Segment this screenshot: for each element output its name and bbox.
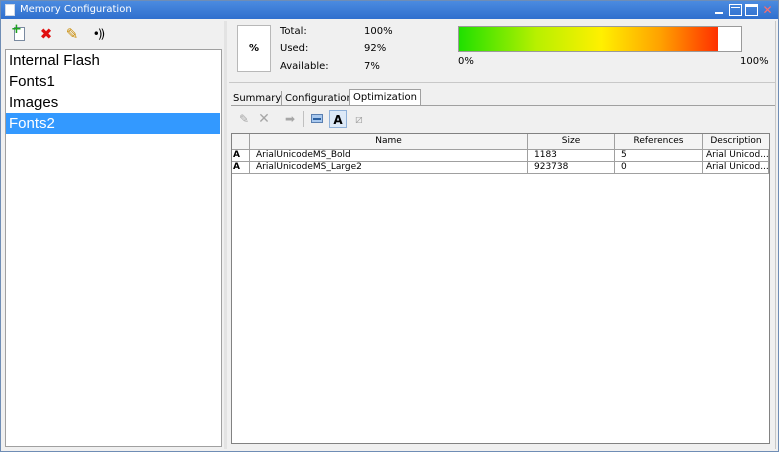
tab-divider: [231, 105, 775, 106]
panel-border: [775, 21, 776, 449]
tab-configuration[interactable]: Configuration: [281, 91, 355, 106]
used-label: Used:: [280, 43, 309, 54]
row-size: 923738: [528, 162, 615, 173]
bar-min-label: 0%: [458, 56, 474, 67]
row-description: Arial Unicod...: [703, 150, 769, 161]
bar-max-label: 100%: [740, 56, 769, 67]
column-header-references[interactable]: References: [615, 134, 703, 149]
memory-list: Internal Flash Fonts1 Images Fonts2: [5, 49, 222, 447]
table-row[interactable]: A ArialUnicodeMS_Large2 923738 0 Arial U…: [232, 162, 769, 174]
row-description: Arial Unicod...: [703, 162, 769, 173]
remove-font-button[interactable]: ✕: [255, 110, 273, 128]
available-label: Available:: [280, 61, 329, 72]
restore-button[interactable]: [729, 4, 742, 16]
memory-toolbar: + ✖ ✎ •)): [5, 22, 221, 48]
usage-summary: % Total: 100% Used: 92% Available: 7% 0%…: [229, 21, 775, 83]
total-label: Total:: [280, 26, 307, 37]
table-row[interactable]: A ArialUnicodeMS_Bold 1183 5 Arial Unico…: [232, 150, 769, 162]
screen-icon: [311, 114, 323, 123]
font-view-button[interactable]: A: [329, 110, 347, 128]
memory-item-fonts1[interactable]: Fonts1: [6, 71, 221, 92]
title-bar: Memory Configuration ✕: [1, 1, 778, 19]
optimization-toolbar: ✎ ✕ ➡ A ⧄: [233, 110, 533, 128]
column-header-icon[interactable]: [232, 134, 250, 149]
row-references: 5: [615, 150, 703, 161]
delete-memory-button[interactable]: ✖: [37, 25, 55, 43]
image-view-button[interactable]: [308, 110, 326, 128]
total-value: 100%: [364, 26, 393, 37]
tag-button[interactable]: ➡: [281, 110, 299, 128]
edit-font-button[interactable]: ✎: [235, 110, 253, 128]
font-icon: A: [232, 150, 250, 161]
edit-memory-button[interactable]: ✎: [63, 25, 81, 43]
column-header-size[interactable]: Size: [528, 134, 615, 149]
memory-configuration-window: Memory Configuration ✕ + ✖ ✎ •)) Interna…: [0, 0, 779, 452]
optimization-table: Name Size References Description A Arial…: [231, 133, 770, 444]
column-header-name[interactable]: Name: [250, 134, 528, 149]
signal-button[interactable]: •)): [89, 25, 107, 43]
tab-optimization[interactable]: Optimization: [349, 89, 421, 106]
toolbar-separator: [303, 111, 304, 127]
table-header: Name Size References Description: [232, 134, 769, 150]
column-header-description[interactable]: Description: [703, 134, 769, 149]
font-icon: A: [232, 162, 250, 173]
row-size: 1183: [528, 150, 615, 161]
row-references: 0: [615, 162, 703, 173]
tab-summary[interactable]: Summary: [231, 91, 283, 106]
percent-icon: %: [237, 25, 271, 72]
app-icon: [5, 4, 15, 16]
usage-bar: [458, 26, 742, 52]
panel-splitter[interactable]: [224, 21, 227, 449]
memory-item-internal-flash[interactable]: Internal Flash: [6, 50, 221, 71]
window-title: Memory Configuration: [20, 4, 132, 15]
memory-item-images[interactable]: Images: [6, 92, 221, 113]
memory-item-fonts2[interactable]: Fonts2: [6, 113, 220, 134]
close-button[interactable]: ✕: [761, 4, 774, 16]
plus-icon: +: [11, 22, 22, 37]
add-memory-button[interactable]: +: [11, 22, 29, 43]
usage-bar-fill: [459, 27, 719, 51]
minimize-button[interactable]: [713, 4, 726, 16]
maximize-button[interactable]: [745, 4, 758, 16]
other-view-button[interactable]: ⧄: [350, 110, 368, 128]
row-name: ArialUnicodeMS_Large2: [250, 162, 528, 173]
used-value: 92%: [364, 43, 387, 54]
row-name: ArialUnicodeMS_Bold: [250, 150, 528, 161]
available-value: 7%: [364, 61, 380, 72]
